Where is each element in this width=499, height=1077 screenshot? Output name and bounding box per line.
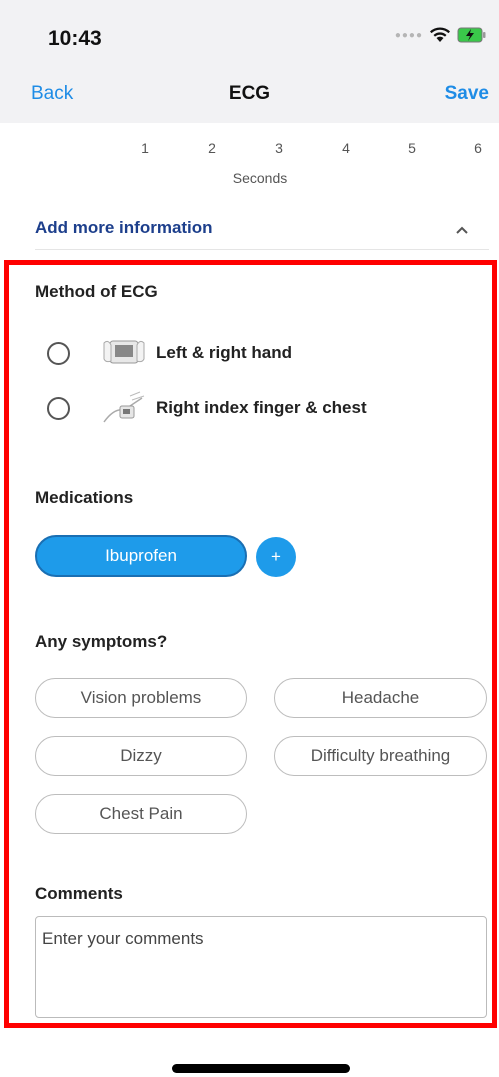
finger-chest-icon (100, 388, 148, 428)
wifi-icon (429, 27, 451, 43)
method-option-hands[interactable]: Left & right hand (47, 333, 292, 373)
symptom-chip-headache[interactable]: Headache (274, 678, 487, 718)
battery-charging-icon (457, 27, 487, 43)
comments-input[interactable] (35, 916, 487, 1018)
symptoms-title: Any symptoms? (35, 632, 168, 651)
method-option-label: Left & right hand (156, 343, 292, 362)
signal-icon: ●●●● (394, 29, 423, 41)
medications-title: Medications (35, 488, 134, 507)
chevron-up-icon[interactable] (455, 222, 469, 240)
symptom-chip-vision-problems[interactable]: Vision problems (35, 678, 247, 718)
symptom-chip-dizzy[interactable]: Dizzy (35, 736, 247, 776)
axis-tick: 1 (141, 140, 149, 156)
method-option-label: Right index finger & chest (156, 398, 367, 417)
symptom-chip-chest-pain[interactable]: Chest Pain (35, 794, 247, 834)
add-medication-button[interactable]: + (256, 537, 296, 577)
comments-title: Comments (35, 884, 123, 903)
symptom-chip-difficulty-breathing[interactable]: Difficulty breathing (274, 736, 487, 776)
add-more-information-toggle[interactable]: Add more information (35, 218, 489, 250)
home-indicator[interactable] (172, 1064, 350, 1073)
hands-device-icon (100, 333, 148, 373)
axis-tick: 2 (208, 140, 216, 156)
method-title: Method of ECG (35, 282, 158, 301)
radio-button[interactable] (47, 396, 70, 420)
axis-tick: 3 (275, 140, 283, 156)
chart-axis-ticks: 1 2 3 4 5 6 (0, 140, 499, 160)
add-more-information-label: Add more information (35, 218, 213, 237)
status-time: 10:43 (48, 27, 102, 50)
axis-tick: 5 (408, 140, 416, 156)
axis-tick: 6 (474, 140, 482, 156)
save-button[interactable]: Save (445, 83, 489, 105)
medication-pill[interactable]: Ibuprofen (35, 535, 247, 577)
page-title: ECG (228, 83, 271, 104)
status-icons: ●●●● (395, 27, 487, 43)
axis-tick: 4 (342, 140, 350, 156)
axis-label: Seconds (232, 170, 288, 186)
method-option-finger-chest[interactable]: Right index finger & chest (47, 388, 367, 428)
radio-button[interactable] (47, 341, 70, 365)
header: 10:43 ●●●● Back ECG Save (0, 0, 499, 123)
